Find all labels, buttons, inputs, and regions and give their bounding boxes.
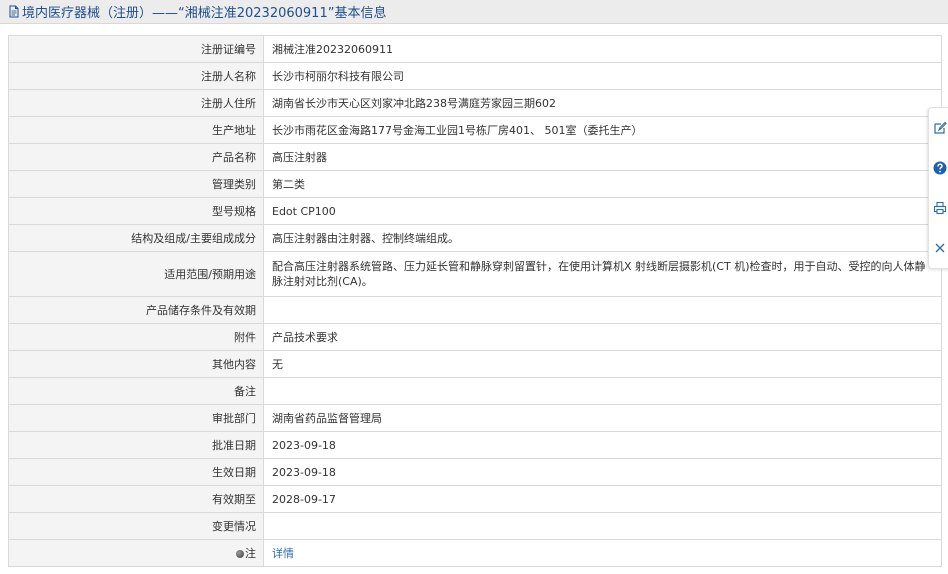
table-row: 变更情况 <box>8 512 942 540</box>
row-label: 注册人住所 <box>8 89 264 117</box>
row-label: 型号规格 <box>8 197 264 225</box>
pin-icon <box>236 549 244 558</box>
side-toolbar <box>928 107 948 269</box>
table-row: 注册证编号 湘械注准20232060911 <box>8 35 942 63</box>
row-label: 其他内容 <box>8 350 264 378</box>
row-label: 备注 <box>8 377 264 405</box>
row-value: 湖南省药品监督管理局 <box>263 404 942 432</box>
table-row: 生效日期 2023-09-18 <box>8 458 942 486</box>
table-row: 有效期至 2028-09-17 <box>8 485 942 513</box>
table-row: 附件 产品技术要求 <box>8 323 942 351</box>
table-row: 审批部门 湖南省药品监督管理局 <box>8 404 942 432</box>
row-value: 湖南省长沙市天心区刘家冲北路238号满庭芳家园三期602 <box>263 89 942 117</box>
table-row: 型号规格 Edot CP100 <box>8 197 942 225</box>
row-label: 结构及组成/主要组成成分 <box>8 224 264 252</box>
row-value: 产品技术要求 <box>263 323 942 351</box>
table-row: 产品储存条件及有效期 <box>8 296 942 324</box>
row-label: 产品名称 <box>8 143 264 171</box>
table-row: 管理类别 第二类 <box>8 170 942 198</box>
row-label: 变更情况 <box>8 512 264 540</box>
row-value: 2023-09-18 <box>263 458 942 486</box>
row-value <box>263 296 942 324</box>
row-value: 长沙市柯丽尔科技有限公司 <box>263 62 942 90</box>
row-value: 2028-09-17 <box>263 485 942 513</box>
row-label: 生效日期 <box>8 458 264 486</box>
row-value: 高压注射器由注射器、控制终端组成。 <box>263 224 942 252</box>
row-label: 注册人名称 <box>8 62 264 90</box>
row-label: 有效期至 <box>8 485 264 513</box>
page-title: 境内医疗器械（注册）——“湘械注准20232060911”基本信息 <box>22 6 387 21</box>
row-value: 长沙市雨花区金海路177号金海工业园1号栋厂房401、 501室（委托生产） <box>263 116 942 144</box>
table-row: 结构及组成/主要组成成分 高压注射器由注射器、控制终端组成。 <box>8 224 942 252</box>
close-icon[interactable] <box>931 239 948 257</box>
row-value: 无 <box>263 350 942 378</box>
document-icon <box>8 5 20 18</box>
info-table: 注册证编号 湘械注准20232060911 注册人名称 长沙市柯丽尔科技有限公司… <box>8 35 942 567</box>
row-value: 高压注射器 <box>263 143 942 171</box>
table-row: 注 详情 <box>8 539 942 567</box>
title-bar: 境内医疗器械（注册）——“湘械注准20232060911”基本信息 <box>0 0 948 24</box>
details-link[interactable]: 详情 <box>272 547 294 560</box>
table-row: 其他内容 无 <box>8 350 942 378</box>
row-value: 湘械注准20232060911 <box>263 35 942 63</box>
row-label: 适用范围/预期用途 <box>8 251 264 297</box>
help-icon[interactable] <box>931 159 948 177</box>
print-icon[interactable] <box>931 199 948 217</box>
table-row: 生产地址 长沙市雨花区金海路177号金海工业园1号栋厂房401、 501室（委托… <box>8 116 942 144</box>
edit-icon[interactable] <box>931 119 948 137</box>
row-value: 详情 <box>263 539 942 567</box>
row-label: 注 <box>245 546 256 560</box>
row-label: 产品储存条件及有效期 <box>8 296 264 324</box>
table-row: 批准日期 2023-09-18 <box>8 431 942 459</box>
row-value: 第二类 <box>263 170 942 198</box>
row-value: 2023-09-18 <box>263 431 942 459</box>
row-label: 注册证编号 <box>8 35 264 63</box>
row-value <box>263 377 942 405</box>
row-label: 附件 <box>8 323 264 351</box>
row-label: 生产地址 <box>8 116 264 144</box>
table-row: 注册人名称 长沙市柯丽尔科技有限公司 <box>8 62 942 90</box>
row-label: 批准日期 <box>8 431 264 459</box>
row-value <box>263 512 942 540</box>
table-row: 产品名称 高压注射器 <box>8 143 942 171</box>
table-row: 注册人住所 湖南省长沙市天心区刘家冲北路238号满庭芳家园三期602 <box>8 89 942 117</box>
table-row: 备注 <box>8 377 942 405</box>
row-value: 配合高压注射器系统管路、压力延长管和静脉穿刺留置针，在使用计算机X 射线断层摄影… <box>263 251 942 297</box>
row-label: 管理类别 <box>8 170 264 198</box>
row-value: Edot CP100 <box>263 197 942 225</box>
row-label: 审批部门 <box>8 404 264 432</box>
table-row: 适用范围/预期用途 配合高压注射器系统管路、压力延长管和静脉穿刺留置针，在使用计… <box>8 251 942 297</box>
note-label-cell: 注 <box>8 539 264 567</box>
